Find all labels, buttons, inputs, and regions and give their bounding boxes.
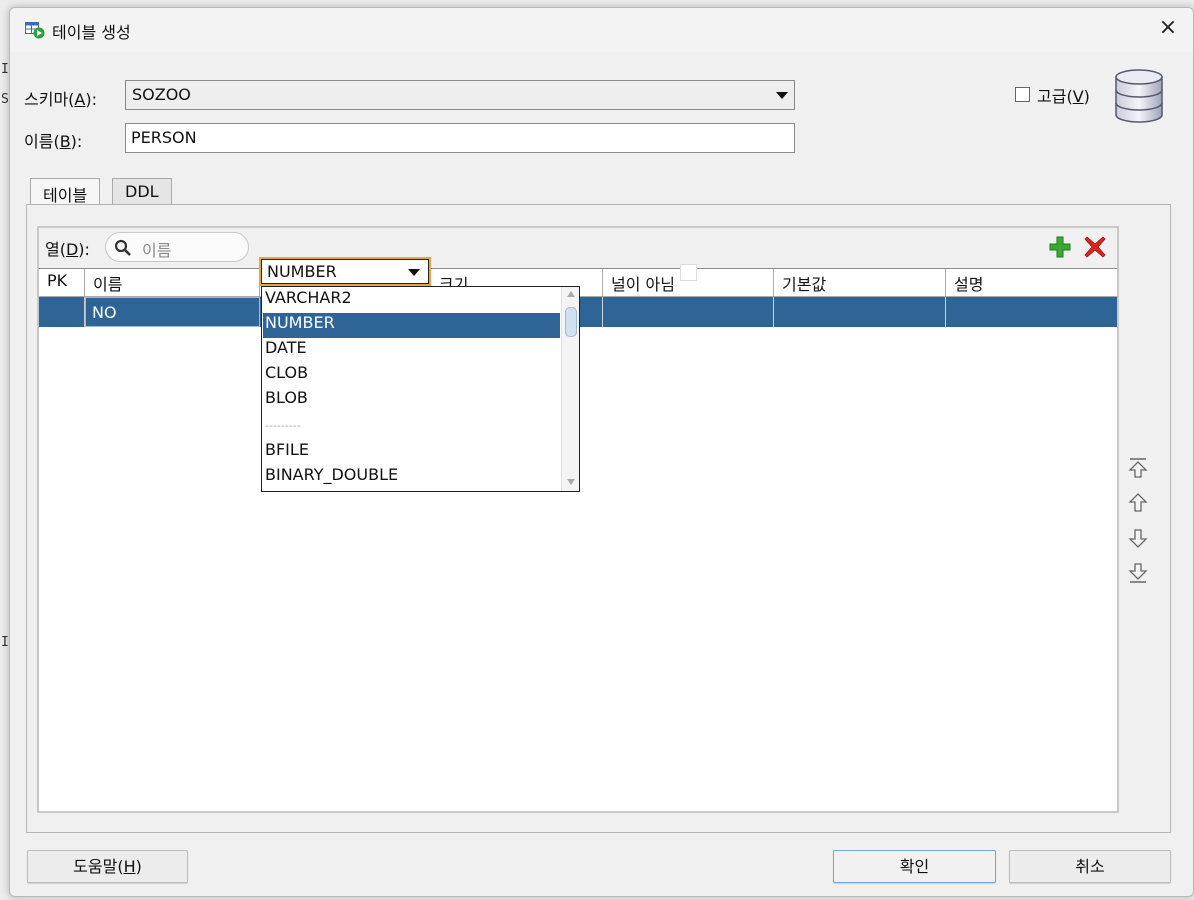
schema-label-suffix: ): bbox=[85, 90, 97, 109]
cell-comment[interactable] bbox=[946, 297, 1117, 327]
cell-not-null[interactable] bbox=[603, 297, 774, 327]
tab-table[interactable]: 테이블 bbox=[30, 178, 101, 205]
dropdown-option-binary-double[interactable]: BINARY_DOUBLE bbox=[263, 465, 560, 490]
header-pk[interactable]: PK bbox=[39, 269, 85, 297]
background-text-fragment: I bbox=[1, 635, 9, 650]
background-text-fragment: S bbox=[1, 92, 9, 107]
table-name-input[interactable]: PERSON bbox=[125, 123, 795, 153]
advanced-checkbox[interactable] bbox=[1015, 87, 1030, 102]
background-text-fragment: I bbox=[1, 62, 9, 77]
dropdown-option-date[interactable]: DATE bbox=[263, 338, 560, 363]
schema-combobox[interactable]: SOZOO bbox=[125, 80, 795, 110]
header-name[interactable]: 이름 bbox=[85, 269, 260, 297]
columns-table: PK 이름 데이터 유형 크기 널이 아님 기본값 설명 NO bbox=[39, 268, 1117, 327]
column-search-input[interactable]: 이름 bbox=[105, 232, 249, 262]
database-icon bbox=[1115, 69, 1163, 123]
schema-label-prefix: 스키마( bbox=[24, 90, 75, 109]
tab-ddl[interactable]: DDL bbox=[112, 178, 172, 205]
not-null-checkbox[interactable] bbox=[680, 264, 697, 281]
name-label-prefix: 이름( bbox=[24, 132, 60, 151]
scroll-down-icon[interactable] bbox=[567, 479, 575, 485]
move-down-icon[interactable] bbox=[1126, 526, 1150, 550]
search-icon bbox=[114, 239, 131, 256]
cell-name[interactable]: NO bbox=[85, 297, 260, 327]
move-to-top-icon[interactable] bbox=[1126, 456, 1150, 480]
scroll-thumb[interactable] bbox=[565, 307, 577, 337]
help-button[interactable]: 도움말(H) bbox=[27, 850, 188, 883]
cell-default[interactable] bbox=[774, 297, 946, 327]
cell-pk[interactable] bbox=[39, 297, 85, 327]
data-type-combobox[interactable]: NUMBER bbox=[261, 259, 429, 284]
columns-label: 열(D): bbox=[45, 236, 90, 260]
dropdown-scrollbar[interactable] bbox=[561, 287, 579, 491]
columns-label-prefix: 열( bbox=[45, 240, 66, 259]
advanced-label[interactable]: 고급(V) bbox=[1037, 83, 1090, 107]
help-label-mnemonic: H bbox=[123, 857, 136, 876]
name-label: 이름(B): bbox=[24, 128, 82, 152]
title-bar: 테이블 생성 × bbox=[10, 8, 1193, 52]
columns-label-mnemonic: D bbox=[65, 240, 79, 259]
name-label-suffix: ): bbox=[70, 132, 83, 151]
advanced-label-mnemonic: V bbox=[1072, 87, 1084, 106]
schema-value: SOZOO bbox=[132, 85, 191, 104]
chevron-down-icon bbox=[776, 92, 788, 99]
schema-label-mnemonic: A bbox=[74, 90, 86, 109]
create-table-dialog: 테이블 생성 × 스키마(A): SOZOO 이름(B): PERSON 고급(… bbox=[9, 7, 1194, 897]
schema-label: 스키마(A): bbox=[24, 86, 97, 110]
add-column-icon[interactable] bbox=[1049, 236, 1071, 258]
name-label-mnemonic: B bbox=[59, 132, 71, 151]
ok-button[interactable]: 확인 bbox=[833, 850, 996, 883]
header-comment[interactable]: 설명 bbox=[946, 269, 1117, 297]
dialog-title: 테이블 생성 bbox=[52, 23, 131, 42]
advanced-label-prefix: 고급( bbox=[1037, 87, 1073, 106]
columns-editor: 열(D): 이름 PK 이름 데이터 유형 크기 널이 아님 기본값 설명 NO… bbox=[37, 226, 1119, 813]
dropdown-option-varchar2[interactable]: VARCHAR2 bbox=[263, 288, 560, 313]
dropdown-separator: --------- bbox=[265, 419, 301, 432]
search-placeholder: 이름 bbox=[142, 241, 172, 260]
columns-toolbar: 열(D): 이름 bbox=[39, 228, 1117, 268]
table-name-value: PERSON bbox=[131, 128, 197, 147]
chevron-down-icon bbox=[408, 269, 420, 276]
dropdown-option-bfile[interactable]: BFILE bbox=[263, 440, 560, 465]
header-default[interactable]: 기본값 bbox=[774, 269, 946, 297]
data-type-value: NUMBER bbox=[267, 262, 337, 281]
create-table-icon bbox=[25, 22, 45, 39]
help-label-prefix: 도움말( bbox=[73, 857, 124, 876]
move-to-bottom-icon[interactable] bbox=[1126, 561, 1150, 585]
help-label-suffix: ) bbox=[135, 857, 142, 876]
data-type-dropdown-list: VARCHAR2 NUMBER DATE CLOB BLOB ---------… bbox=[261, 286, 580, 492]
dropdown-option-clob[interactable]: CLOB bbox=[263, 363, 560, 388]
delete-column-icon[interactable] bbox=[1084, 236, 1106, 258]
advanced-label-suffix: ) bbox=[1083, 87, 1090, 106]
close-button[interactable]: × bbox=[1157, 17, 1179, 40]
dropdown-option-blob[interactable]: BLOB bbox=[263, 388, 560, 413]
cancel-button[interactable]: 취소 bbox=[1009, 850, 1171, 883]
move-up-icon[interactable] bbox=[1126, 491, 1150, 515]
scroll-up-icon[interactable] bbox=[567, 291, 575, 297]
columns-label-suffix: ): bbox=[78, 240, 90, 259]
dropdown-option-number[interactable]: NUMBER bbox=[263, 313, 560, 338]
